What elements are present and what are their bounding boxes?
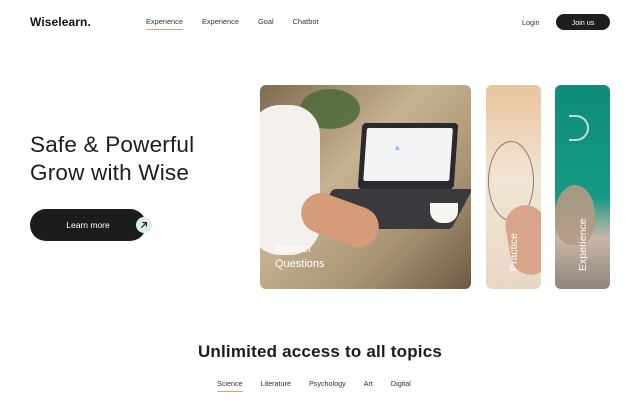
card-answer-questions[interactable]: G Answer Questions <box>260 85 471 289</box>
animal-image <box>555 185 595 245</box>
topic-tabs: Science Literature Psychology Art Digita… <box>217 379 429 392</box>
brand-logo[interactable]: Wiselearn. <box>30 15 91 29</box>
login-link[interactable]: Login <box>522 18 540 27</box>
card-practice[interactable]: Practice <box>486 85 541 289</box>
tab-science[interactable]: Science <box>217 379 243 392</box>
card-experience-label: Experience <box>577 218 589 271</box>
arrow-up-right-icon[interactable] <box>136 217 152 233</box>
nav-item-experience-2[interactable]: Experience <box>202 17 239 26</box>
nav-item-experience[interactable]: Experience <box>146 17 183 30</box>
arrow-up-right-glyph <box>141 222 147 228</box>
hero-title-line-1: Safe & Powerful <box>30 132 195 157</box>
tab-psychology[interactable]: Psychology <box>309 379 346 388</box>
main-nav: Experience Experience Goal Chatbot <box>146 17 337 30</box>
section-title: Unlimited access to all topics <box>197 342 443 361</box>
search-engine-logo-icon: G <box>395 146 400 152</box>
nav-item-chatbot[interactable]: Chatbot <box>293 17 319 26</box>
hero-title: Safe & Powerful Grow with Wise <box>30 131 194 187</box>
chalk-sign-image <box>569 115 589 141</box>
learn-more-button[interactable]: Learn more <box>30 209 146 241</box>
join-us-button[interactable]: Join us <box>556 14 610 30</box>
card-answer-questions-label-line-2: Questions <box>275 258 325 270</box>
card-answer-questions-label: Answer Questions <box>275 242 325 272</box>
hero-title-line-2: Grow with Wise <box>30 160 190 185</box>
tab-digital[interactable]: Digital <box>391 379 411 388</box>
laptop-screen-image: G <box>357 123 459 189</box>
card-answer-questions-label-line-1: Answer <box>275 243 312 255</box>
card-practice-label: Practice <box>508 233 520 271</box>
card-experience[interactable]: Experience <box>555 85 610 289</box>
person-sleeve-image <box>260 105 320 255</box>
tab-literature[interactable]: Literature <box>261 379 291 388</box>
tab-art[interactable]: Art <box>364 379 373 388</box>
coffee-cup-image <box>430 203 458 223</box>
browser-window-image: G <box>363 128 453 181</box>
nav-item-goal[interactable]: Goal <box>258 17 274 26</box>
